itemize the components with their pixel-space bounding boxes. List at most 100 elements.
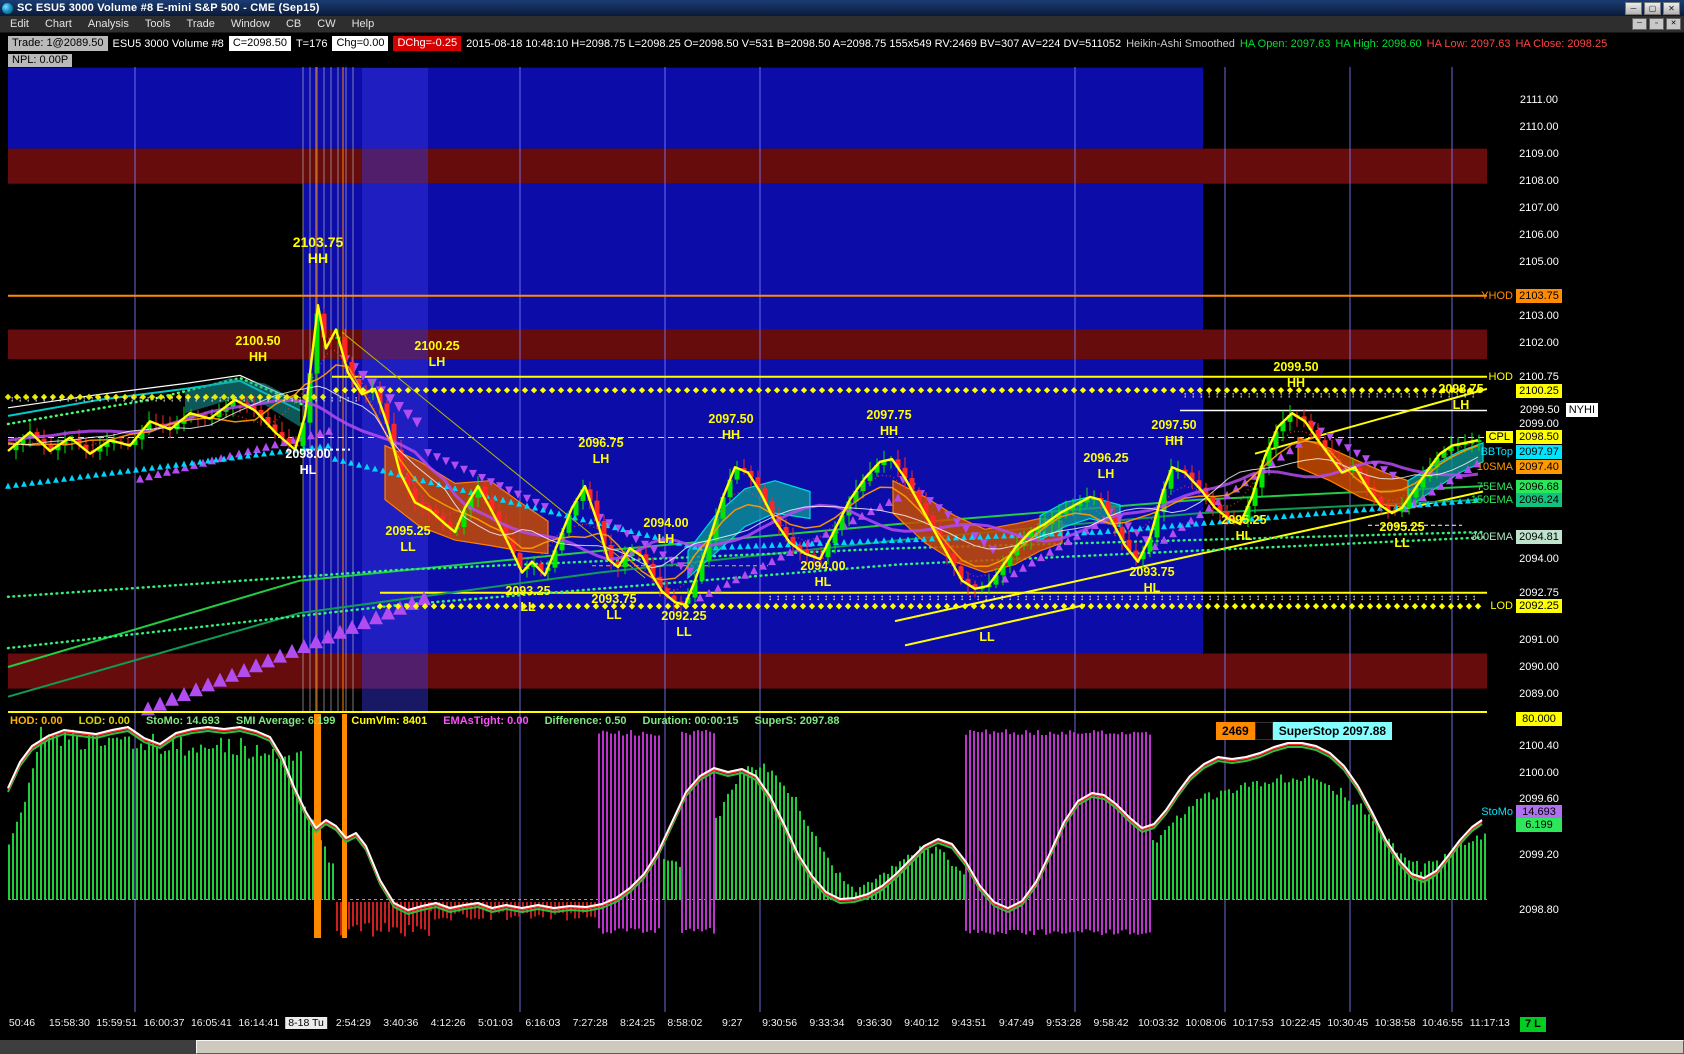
menu-cb[interactable]: CB [278, 16, 309, 33]
svg-text:↕: ↕ [1183, 390, 1187, 399]
svg-text:↕: ↕ [82, 394, 86, 403]
scale-label: 2100.00 [1516, 766, 1562, 780]
scale-value: 2098.50 [1516, 430, 1562, 444]
menu-tools[interactable]: Tools [137, 16, 179, 33]
scale-label: 2089.00 [1516, 687, 1562, 701]
svg-text:HH: HH [1287, 376, 1305, 390]
stat-label: Difference: 0.50 [544, 715, 627, 727]
svg-text:2093.75: 2093.75 [591, 592, 636, 606]
sierra-chart-window: SC ESU5 3000 Volume #8 E-mini S&P 500 - … [0, 0, 1684, 1054]
svg-text:↕: ↕ [250, 394, 254, 403]
svg-text:↕: ↕ [824, 593, 828, 602]
time-label: 7:27:28 [572, 1017, 608, 1029]
minimize-button[interactable]: ─ [1625, 1, 1642, 15]
time-label: 8:58:02 [667, 1017, 703, 1029]
menu-analysis[interactable]: Analysis [80, 16, 137, 33]
h-scrollbar[interactable] [0, 1040, 1684, 1054]
scale-value: 2102.00 [1519, 337, 1559, 349]
maximize-button[interactable]: ▢ [1644, 1, 1661, 15]
svg-text:LL: LL [979, 630, 995, 644]
scale-value: 2108.00 [1519, 175, 1559, 187]
menu-bar: Edit Chart Analysis Tools Trade Window CB CW Hel… [0, 16, 1684, 33]
scale-label: 2109.00 [1516, 147, 1562, 161]
scale-label: 80.000 [1516, 712, 1562, 726]
mdi-restore-button[interactable]: ▫ [1649, 18, 1664, 30]
svg-text:↕: ↕ [1200, 593, 1204, 602]
scale-chip-nyhi: NYHI [1565, 403, 1598, 417]
svg-text:↕: ↕ [186, 394, 190, 403]
svg-text:↕: ↕ [130, 394, 134, 403]
time-label: 9:47:49 [998, 1017, 1034, 1029]
scale-value: 2096.68 [1516, 480, 1562, 494]
svg-text:↕: ↕ [242, 394, 246, 403]
svg-text:↕: ↕ [784, 593, 788, 602]
svg-text:2094.00: 2094.00 [800, 559, 845, 573]
menu-edit[interactable]: Edit [2, 16, 37, 33]
window-controls: ─ ▢ ✕ [1625, 1, 1682, 15]
time-label: 10:30:45 [1327, 1017, 1369, 1029]
svg-text:LH: LH [1098, 467, 1115, 481]
svg-text:↕: ↕ [1160, 593, 1164, 602]
svg-text:↕: ↕ [322, 394, 326, 403]
time-label: 10:03:32 [1137, 1017, 1179, 1029]
menu-help[interactable]: Help [344, 16, 383, 33]
scale-label: 2111.00 [1516, 93, 1562, 107]
svg-text:LL: LL [1394, 536, 1410, 550]
svg-text:↕: ↕ [1343, 390, 1347, 399]
menu-window[interactable]: Window [223, 16, 278, 33]
menu-trade[interactable]: Trade [179, 16, 223, 33]
scrollbar-thumb[interactable] [196, 1040, 1684, 1054]
stat-label: StoMo: 14.693 [145, 715, 220, 727]
svg-text:2100.25: 2100.25 [414, 339, 459, 353]
svg-text:↕: ↕ [976, 593, 980, 602]
svg-text:↕: ↕ [1271, 390, 1275, 399]
svg-text:↕: ↕ [1216, 593, 1220, 602]
svg-text:↕: ↕ [106, 394, 110, 403]
scale-label: 2103.00 [1516, 309, 1562, 323]
svg-text:2098.75: 2098.75 [1438, 382, 1483, 396]
svg-text:↕: ↕ [1303, 390, 1307, 399]
svg-text:↕: ↕ [1400, 593, 1404, 602]
mdi-close-button[interactable]: ✕ [1666, 18, 1681, 30]
time-axis[interactable]: 50:46 15:58:30 15:59:51 16:00:37 16:05:41 16:… [0, 1014, 1684, 1040]
time-label: 50:46 [8, 1017, 36, 1029]
scale-label: 2094.00 [1516, 552, 1562, 566]
menu-chart[interactable]: Chart [37, 16, 80, 33]
mdi-minimize-button[interactable]: ─ [1632, 18, 1647, 30]
menu-cw[interactable]: CW [309, 16, 343, 33]
svg-text:↕: ↕ [1223, 390, 1227, 399]
scale-label: 2110.00 [1516, 120, 1562, 134]
stat-label: EMAsTight: 0.00 [443, 715, 529, 727]
symbol-label: ESU5 3000 Volume #8 [112, 37, 224, 50]
time-label: 10:38:58 [1374, 1017, 1416, 1029]
svg-text:↕: ↕ [1264, 593, 1268, 602]
last-price-badge: C=2098.50 [228, 36, 291, 51]
scrollbar-track-left[interactable] [0, 1040, 196, 1054]
svg-text:↕: ↕ [178, 394, 182, 403]
svg-text:↕: ↕ [1184, 593, 1188, 602]
svg-text:2103.75: 2103.75 [293, 234, 344, 250]
svg-text:HL: HL [300, 463, 317, 477]
price-scale[interactable]: 2111.00 2110.00 2109.00 2108.00 2107.00 2106.… [1471, 64, 1684, 1040]
close-button[interactable]: ✕ [1663, 1, 1680, 15]
svg-text:↕: ↕ [338, 394, 342, 403]
svg-text:↕: ↕ [1016, 593, 1020, 602]
chart-canvas[interactable]: ↕ ↕ ↕ ↕ ↕ ↕ ↕ ↕ ↕ ↕ ↕ ↕ ↕ ↕ ↕ ↕ ↕ ↕ ↕ ↕ ↕ ↕ ↕ ↕ ↕ ↕ ↕ ↕ ↕ ↕ ↕ ↕ ↕ ↕ ↕ ↕ ↕ ↕ ↕ ↕… [0, 0, 1684, 1054]
svg-text:↕: ↕ [1472, 593, 1476, 602]
indicator-panel [7, 711, 1487, 938]
svg-text:↕: ↕ [832, 593, 836, 602]
scale-name: YHOD [1481, 290, 1513, 302]
svg-text:↕: ↕ [928, 593, 932, 602]
svg-text:↕: ↕ [1359, 390, 1363, 399]
svg-text:LL: LL [676, 625, 692, 639]
scale-name: 75EMA [1476, 481, 1513, 493]
app-icon [2, 2, 13, 14]
ha-open-label: HA Open: 2097.63 [1239, 37, 1331, 50]
svg-text:↕: ↕ [10, 394, 14, 403]
scale-name: 150EMA [1470, 494, 1513, 506]
svg-text:↕: ↕ [138, 394, 142, 403]
scale-value: 2105.00 [1519, 256, 1559, 268]
time-label: 8-18 Tu [285, 1017, 327, 1029]
svg-text:↕: ↕ [90, 394, 94, 403]
time-label: 3:40:36 [383, 1017, 419, 1029]
